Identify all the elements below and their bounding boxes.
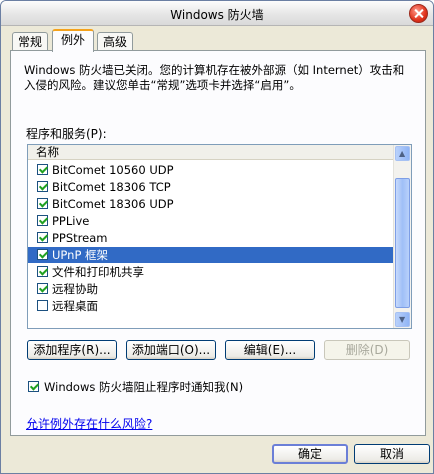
item-checkbox[interactable] (37, 300, 48, 311)
window-title: Windows 防火墙 (170, 8, 264, 22)
item-label: 文件和打印机共享 (52, 265, 144, 279)
title-bar: Windows 防火墙 (1, 1, 433, 26)
item-label: UPnP 框架 (52, 248, 109, 262)
item-label: PPStream (52, 231, 108, 245)
exceptions-panel: Windows 防火墙已关闭。您的计算机存在被外部源（如 Internet）攻击… (10, 50, 426, 436)
item-checkbox[interactable] (37, 215, 48, 226)
list-item[interactable]: BitComet 10560 UDP (28, 162, 394, 178)
chevron-up-icon: ▲ (399, 149, 406, 158)
list-item[interactable]: BitComet 18306 TCP (28, 179, 394, 195)
list-item[interactable]: 文件和打印机共享 (28, 264, 394, 280)
tab-general[interactable]: 常规 (12, 32, 48, 51)
list-item[interactable]: BitComet 18306 UDP (28, 196, 394, 212)
delete-button[interactable]: 删除(D) (324, 340, 410, 360)
scroll-down-button[interactable]: ▼ (395, 312, 410, 327)
scroll-up-button[interactable]: ▲ (395, 146, 410, 161)
ok-button[interactable]: 确定 (272, 444, 348, 464)
item-label: PPLive (52, 214, 90, 228)
item-label: 远程协助 (52, 282, 98, 296)
item-checkbox[interactable] (37, 232, 48, 243)
list-item[interactable]: UPnP 框架 (28, 247, 394, 263)
exceptions-risk-link[interactable]: 允许例外存在什么风险? (26, 415, 152, 432)
notify-option[interactable]: Windows 防火墙阻止程序时通知我(N) (26, 379, 406, 395)
item-label: BitComet 10560 UDP (52, 163, 174, 177)
item-checkbox[interactable] (37, 249, 48, 260)
firewall-dialog: Windows 防火墙 常规 例外 高级 Windows 防火墙已关闭。您的计算… (0, 0, 434, 474)
tab-exceptions[interactable]: 例外 (52, 29, 94, 52)
list-item[interactable]: PPStream (28, 230, 394, 246)
programs-label: 程序和服务(P): (26, 127, 107, 141)
item-label: BitComet 18306 TCP (52, 180, 171, 194)
notify-checkbox[interactable] (28, 381, 39, 392)
list-item[interactable]: 远程协助 (28, 281, 394, 297)
list-item[interactable]: 远程桌面 (28, 298, 394, 314)
item-label: BitComet 18306 UDP (52, 197, 174, 211)
item-checkbox[interactable] (37, 181, 48, 192)
notify-label: Windows 防火墙阻止程序时通知我(N) (44, 380, 244, 394)
chevron-down-icon: ▼ (399, 315, 406, 324)
scroll-thumb[interactable] (395, 178, 410, 308)
list-header-name[interactable]: 名称 (28, 145, 394, 160)
programs-list[interactable]: 名称 BitComet 10560 UDP BitComet 18306 TCP B… (27, 144, 412, 329)
close-icon[interactable] (409, 4, 428, 23)
edit-button[interactable]: 编辑(E)... (225, 340, 315, 360)
vertical-scrollbar[interactable]: ▲ ▼ (393, 145, 411, 328)
tab-advanced[interactable]: 高级 (97, 32, 133, 51)
warning-description: Windows 防火墙已关闭。您的计算机存在被外部源（如 Internet）攻击… (24, 63, 405, 92)
cancel-button[interactable]: 取消 (354, 444, 430, 464)
item-checkbox[interactable] (37, 266, 48, 277)
list-item[interactable]: PPLive (28, 213, 394, 229)
item-label: 远程桌面 (52, 299, 98, 313)
add-program-button[interactable]: 添加程序(R)... (27, 340, 117, 360)
item-checkbox[interactable] (37, 164, 48, 175)
item-checkbox[interactable] (37, 198, 48, 209)
add-port-button[interactable]: 添加端口(O)... (126, 340, 216, 360)
item-checkbox[interactable] (37, 283, 48, 294)
